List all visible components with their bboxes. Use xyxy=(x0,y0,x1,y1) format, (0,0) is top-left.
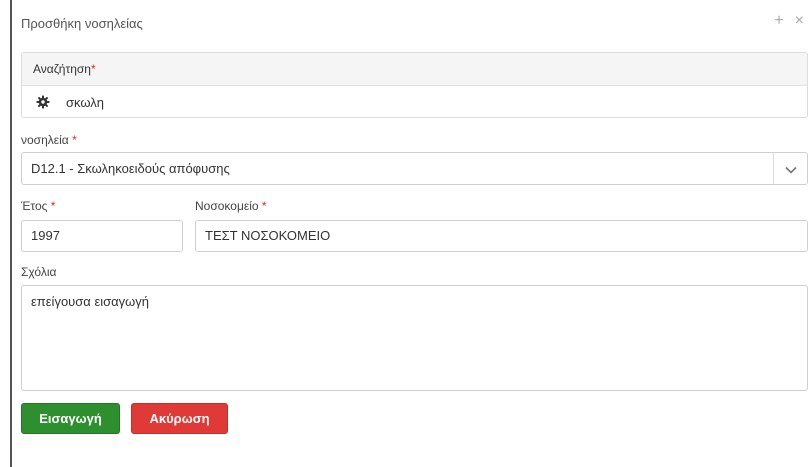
comments-textarea[interactable]: επείγουσα εισαγωγή xyxy=(21,285,808,391)
submit-button[interactable]: Εισαγωγή xyxy=(21,403,120,434)
modal-title-controls: + × xyxy=(774,12,804,30)
cancel-button[interactable]: Ακύρωση xyxy=(131,403,228,434)
select-divider xyxy=(773,153,774,184)
hospital-label-text: Νοσοκομείο xyxy=(195,199,259,213)
year-label: Έτος * xyxy=(21,199,55,213)
year-input[interactable]: 1997 xyxy=(21,220,183,252)
modal-title: Προσθήκη νοσηλείας xyxy=(21,16,143,31)
search-input[interactable]: σκωλη xyxy=(66,95,104,110)
required-marker: * xyxy=(261,199,267,213)
hospital-input[interactable]: ΤΕΣΤ ΝΟΣΟΚΟΜΕΙΟ xyxy=(195,220,808,252)
search-label: Αναζήτηση xyxy=(33,62,91,76)
search-row[interactable]: σκωλη xyxy=(22,86,807,118)
required-marker: * xyxy=(90,62,96,76)
hospital-label: Νοσοκομείο * xyxy=(195,199,267,213)
window-left-border xyxy=(10,0,12,467)
close-icon[interactable]: × xyxy=(795,12,804,30)
hospitalization-label: νοσηλεία * xyxy=(21,133,77,147)
year-label-text: Έτος xyxy=(21,199,48,213)
required-marker: * xyxy=(72,133,77,147)
hospitalization-label-text: νοσηλεία xyxy=(21,133,69,147)
search-panel: Αναζήτηση* σκωλη xyxy=(21,52,808,118)
gear-icon[interactable] xyxy=(36,95,50,109)
chevron-down-icon[interactable] xyxy=(784,163,798,175)
expand-icon[interactable]: + xyxy=(774,12,783,30)
search-panel-header: Αναζήτηση* xyxy=(22,53,807,86)
hospitalization-selected-value: D12.1 - Σκωληκοειδούς απόφυσης xyxy=(31,161,230,176)
hospitalization-select[interactable]: D12.1 - Σκωληκοειδούς απόφυσης xyxy=(21,152,808,185)
required-marker: * xyxy=(50,199,56,213)
comments-label: Σχόλια xyxy=(21,265,57,279)
